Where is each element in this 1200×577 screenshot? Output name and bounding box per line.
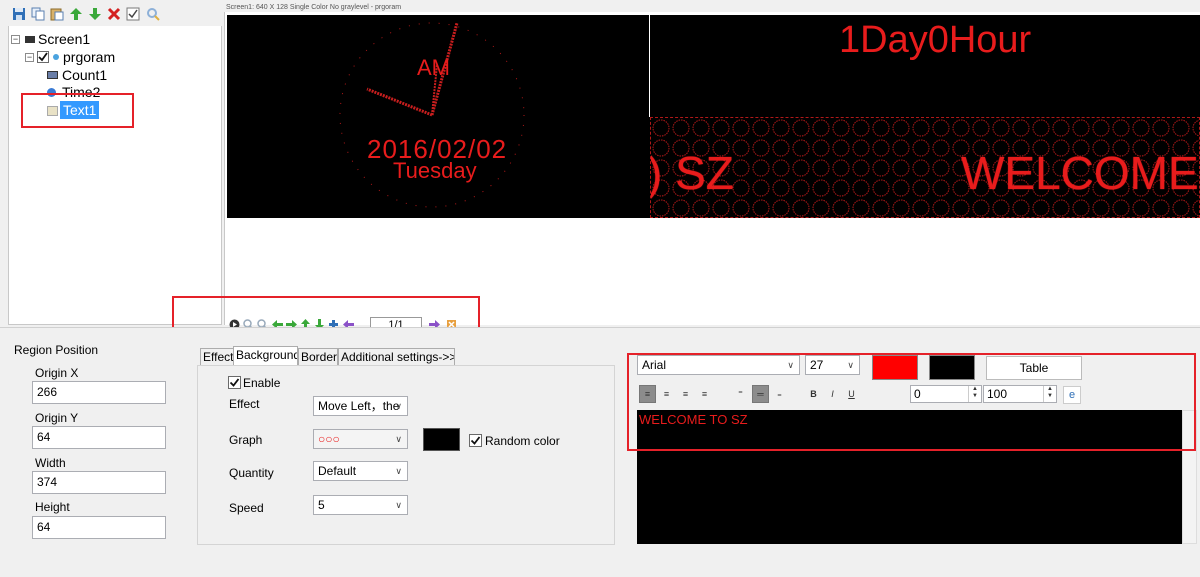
foreground-color-swatch[interactable] (872, 355, 918, 380)
font-size-select[interactable]: 27 ∨ (805, 355, 860, 375)
align-center-icon[interactable]: ≡ (658, 385, 675, 403)
underline-icon[interactable]: U (843, 385, 860, 403)
origin-y-label: Origin Y (35, 411, 79, 425)
graph-select[interactable]: ○○○ ∨ (313, 429, 408, 449)
text-region: ) SZ WELCOME (650, 117, 1200, 218)
tab-additional-settings[interactable]: Additional settings->> (338, 348, 455, 365)
bold-icon[interactable]: B (805, 385, 822, 403)
speed-select[interactable]: 5 ∨ (313, 495, 408, 515)
collapse-icon[interactable]: − (25, 53, 34, 62)
background-color-swatch[interactable] (929, 355, 975, 380)
letter-spacing-spinner[interactable]: 0 ▲ ▼ (910, 385, 982, 403)
text-icon (47, 106, 58, 116)
align-left-icon[interactable]: ≡ (639, 385, 656, 403)
font-select[interactable]: Arial ∨ (637, 355, 800, 375)
editor-scrollbar[interactable] (1182, 410, 1197, 544)
quantity-label: Quantity (229, 466, 274, 480)
width-input[interactable]: 374 (32, 471, 166, 494)
monitor-icon (25, 36, 35, 43)
tree-node-label: Count1 (62, 67, 108, 83)
tab-background[interactable]: Background (233, 346, 298, 365)
font-size-value: 27 (810, 358, 824, 372)
editor-text: WELCOME TO SZ (639, 412, 748, 427)
valign-middle-icon[interactable]: ═ (752, 385, 769, 403)
program-icon (53, 54, 59, 60)
text-content-editor[interactable]: WELCOME TO SZ (637, 410, 1182, 544)
table-button-label: Table (1019, 361, 1049, 375)
scroll-text-left: ) SZ (650, 147, 734, 199)
chevron-down-icon: ∨ (787, 360, 794, 370)
align-justify-icon[interactable]: ≡ (696, 385, 713, 403)
effect-select[interactable]: Move Left，the ∨ (313, 396, 408, 416)
move-down-icon[interactable] (88, 7, 102, 21)
scale-value: 100 (987, 387, 1008, 401)
random-color-label: Random color (485, 434, 560, 448)
background-tab-panel (197, 365, 615, 545)
graph-label: Graph (229, 433, 263, 447)
region-position-heading: Region Position (14, 343, 99, 357)
led-screen-preview: AM 2016/02/02 Tuesday 1Day0Hour ) SZ WEL… (227, 15, 1200, 218)
checkbox-icon[interactable] (126, 7, 140, 21)
save-icon[interactable] (12, 7, 26, 21)
chevron-down-icon: ∨ (395, 401, 402, 411)
enable-label: Enable (243, 376, 281, 390)
height-input[interactable]: 64 (32, 516, 166, 539)
spinner-arrows-icon[interactable]: ▲ ▼ (968, 386, 981, 402)
width-label: Width (35, 456, 66, 470)
origin-x-label: Origin X (35, 366, 79, 380)
counter-icon (47, 71, 58, 79)
program-checkbox[interactable] (37, 51, 49, 63)
preview-title: Screen1: 640 X 128 Single Color No grayl… (226, 4, 402, 11)
delete-icon[interactable] (107, 7, 121, 21)
main-toolbar (8, 0, 224, 26)
graph-value: ○○○ (318, 432, 340, 446)
paste-icon[interactable] (50, 7, 64, 21)
scale-spinner[interactable]: 100 ▲ ▼ (983, 385, 1057, 403)
counter-text: 1Day0Hour (839, 19, 1032, 61)
region-divider (649, 15, 650, 117)
height-label: Height (35, 500, 70, 514)
clock-am-pm: AM (417, 55, 450, 80)
speed-label: Speed (229, 501, 264, 515)
valign-top-icon[interactable]: ⁼ (732, 385, 749, 403)
random-color-checkbox[interactable] (469, 434, 482, 447)
origin-y-input[interactable]: 64 (32, 426, 166, 449)
chevron-down-icon: ∨ (847, 360, 854, 370)
tree-node-label: Screen1 (38, 31, 91, 47)
spacing-value: 0 (914, 387, 921, 401)
clock-weekday: Tuesday (393, 158, 477, 183)
tree-node-label: Text1 (60, 101, 100, 119)
enable-checkbox[interactable] (228, 376, 241, 389)
settings-icon[interactable] (146, 7, 160, 21)
table-button[interactable]: Table (986, 356, 1082, 380)
scroll-text-right: WELCOME (961, 147, 1199, 199)
properties-panel: Region Position Origin X 266 Origin Y 64… (0, 327, 1200, 577)
tree-node-label: Time2 (62, 84, 101, 100)
origin-x-input[interactable]: 266 (32, 381, 166, 404)
align-right-icon[interactable]: ≡ (677, 385, 694, 403)
speed-value: 5 (318, 498, 325, 512)
chevron-down-icon: ∨ (395, 434, 402, 444)
move-up-icon[interactable] (69, 7, 83, 21)
chevron-down-icon: ∨ (395, 500, 402, 510)
quantity-select[interactable]: Default ∨ (313, 461, 408, 481)
analog-clock (339, 22, 525, 208)
clock-icon (47, 88, 56, 97)
preview-effect-icon[interactable]: e (1063, 386, 1081, 404)
graph-color-swatch[interactable] (423, 428, 460, 451)
effect-value: Move Left，the (318, 399, 400, 413)
copy-icon[interactable] (31, 7, 45, 21)
spinner-arrows-icon[interactable]: ▲ ▼ (1043, 386, 1056, 402)
effect-label: Effect (229, 397, 260, 411)
chevron-down-icon: ∨ (395, 466, 402, 476)
tree-node-label: prgoram (63, 49, 116, 65)
font-value: Arial (642, 358, 667, 372)
tab-effect[interactable]: Effect (200, 348, 234, 365)
program-tree: − Screen1 − prgoram Count1 Time2 Text1 (8, 26, 222, 325)
valign-bottom-icon[interactable]: ₌ (771, 385, 788, 403)
quantity-value: Default (318, 464, 357, 478)
collapse-icon[interactable]: − (11, 35, 20, 44)
tab-border[interactable]: Border (298, 348, 338, 365)
italic-icon[interactable]: I (824, 385, 841, 403)
